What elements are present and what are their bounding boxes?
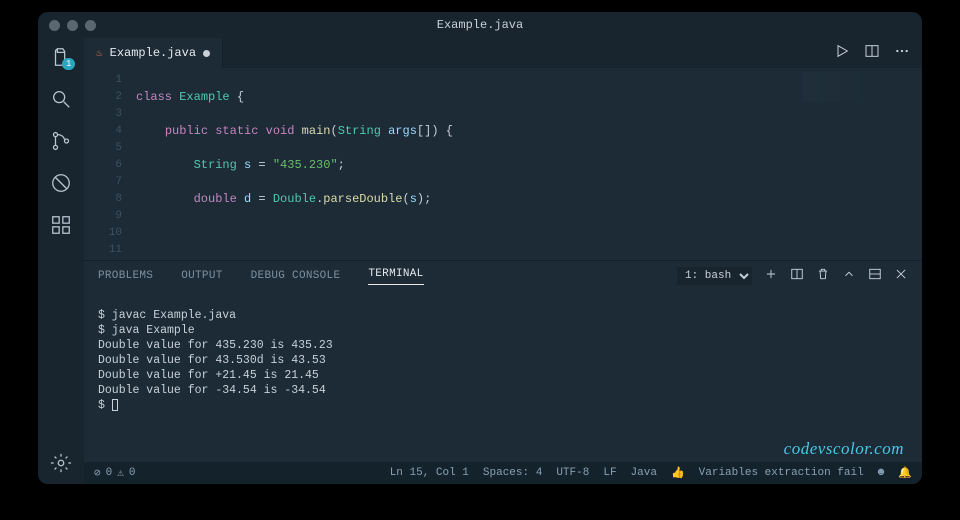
status-bar: ⊘0 ⚠0 Ln 15, Col 1 Spaces: 4 UTF-8 LF Ja… bbox=[84, 462, 922, 484]
explorer-icon[interactable]: 1 bbox=[50, 46, 72, 68]
close-panel-icon[interactable] bbox=[894, 267, 908, 285]
window-title: Example.java bbox=[38, 18, 922, 32]
status-cursor-pos[interactable]: Ln 15, Col 1 bbox=[390, 467, 469, 479]
tab-debug-console[interactable]: DEBUG CONSOLE bbox=[251, 270, 341, 282]
tab-example-java[interactable]: ♨ Example.java bbox=[84, 38, 223, 68]
code-content: class Example { public static void main(… bbox=[136, 68, 922, 260]
line-gutter: 123456789101112 bbox=[84, 68, 136, 260]
terminal-output[interactable]: $ javac Example.java$ java ExampleDouble… bbox=[84, 291, 922, 462]
tab-terminal[interactable]: TERMINAL bbox=[368, 268, 423, 285]
editor-window: Example.java 1 ♨ Example.java bbox=[38, 12, 922, 484]
bottom-panel: PROBLEMS OUTPUT DEBUG CONSOLE TERMINAL 1… bbox=[84, 260, 922, 462]
more-actions-icon[interactable] bbox=[894, 43, 910, 63]
bell-icon[interactable]: 🔔 bbox=[898, 466, 912, 480]
tab-output[interactable]: OUTPUT bbox=[181, 270, 222, 282]
code-editor[interactable]: 123456789101112 class Example { public s… bbox=[84, 68, 922, 260]
terminal-cursor-icon bbox=[112, 399, 118, 411]
kill-terminal-icon[interactable] bbox=[816, 267, 830, 285]
settings-gear-icon[interactable] bbox=[50, 452, 72, 474]
terminal-selector[interactable]: 1: bash bbox=[677, 267, 752, 285]
split-terminal-icon[interactable] bbox=[790, 267, 804, 285]
warning-icon: ⚠ bbox=[117, 466, 124, 480]
modified-indicator-icon bbox=[203, 50, 210, 57]
watermark-text: codevscolor.com bbox=[784, 441, 904, 456]
thumbs-up-icon[interactable]: 👍 bbox=[671, 466, 685, 480]
status-eol[interactable]: LF bbox=[603, 467, 616, 479]
tab-problems[interactable]: PROBLEMS bbox=[98, 270, 153, 282]
tab-filename: Example.java bbox=[110, 46, 196, 60]
split-editor-icon[interactable] bbox=[864, 43, 880, 63]
tab-bar: ♨ Example.java bbox=[84, 38, 922, 68]
feedback-icon[interactable]: ☻ bbox=[878, 467, 885, 479]
status-indent[interactable]: Spaces: 4 bbox=[483, 467, 542, 479]
extensions-icon[interactable] bbox=[50, 214, 72, 236]
editor-actions bbox=[834, 43, 922, 63]
panel-up-icon[interactable] bbox=[842, 267, 856, 285]
maximize-panel-icon[interactable] bbox=[868, 267, 882, 285]
status-language[interactable]: Java bbox=[631, 467, 657, 479]
new-terminal-icon[interactable] bbox=[764, 267, 778, 285]
panel-tab-bar: PROBLEMS OUTPUT DEBUG CONSOLE TERMINAL 1… bbox=[84, 261, 922, 291]
debug-icon[interactable] bbox=[50, 172, 72, 194]
status-encoding[interactable]: UTF-8 bbox=[556, 467, 589, 479]
titlebar: Example.java bbox=[38, 12, 922, 38]
status-message[interactable]: Variables extraction fail bbox=[699, 467, 864, 479]
run-icon[interactable] bbox=[834, 43, 850, 63]
explorer-badge: 1 bbox=[62, 58, 75, 70]
error-icon: ⊘ bbox=[94, 466, 101, 480]
search-icon[interactable] bbox=[50, 88, 72, 110]
activity-bar: 1 bbox=[38, 38, 84, 484]
java-file-icon: ♨ bbox=[96, 46, 103, 60]
status-errors[interactable]: ⊘0 ⚠0 bbox=[94, 466, 135, 480]
source-control-icon[interactable] bbox=[50, 130, 72, 152]
